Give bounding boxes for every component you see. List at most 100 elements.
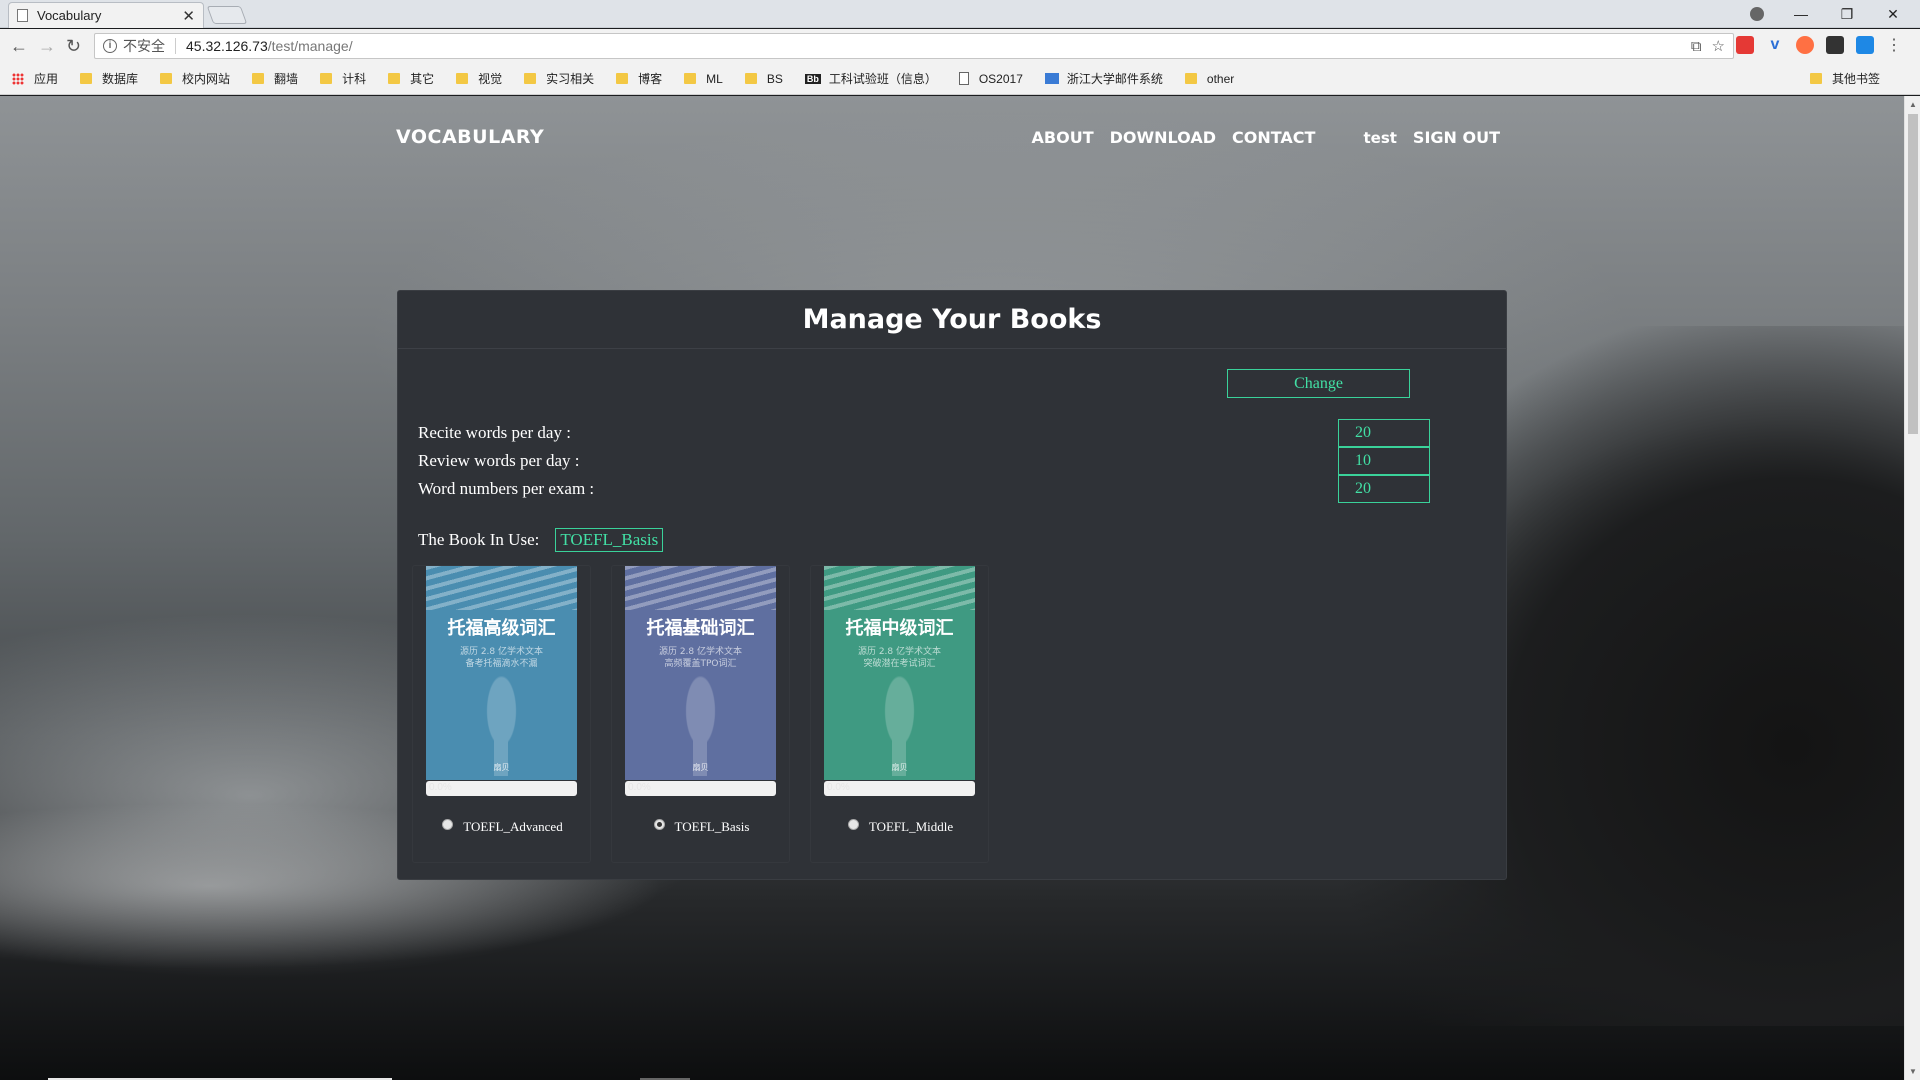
site-navbar: VOCABULARY ABOUT DOWNLOAD CONTACT test S… (396, 126, 1500, 156)
book-radio[interactable] (847, 818, 859, 830)
bookmark-item[interactable]: OS2017 (958, 71, 1023, 86)
exam-input[interactable] (1338, 475, 1430, 503)
new-tab-button[interactable] (206, 6, 248, 24)
minimize-button[interactable]: — (1778, 6, 1824, 22)
bookmark-item[interactable]: 计科 (320, 70, 366, 87)
url-text[interactable]: 45.32.126.73/test/manage/ (186, 38, 1691, 54)
address-bar[interactable]: i 不安全 45.32.126.73/test/manage/ ⧉ ☆ (94, 33, 1734, 59)
folder-icon (1184, 73, 1197, 84)
extension-dark-icon[interactable] (1826, 36, 1844, 54)
bookmark-item[interactable]: other (1184, 71, 1235, 86)
extension-orange-icon[interactable] (1796, 36, 1814, 54)
nav-links: ABOUT DOWNLOAD CONTACT test SIGN OUT (1016, 128, 1500, 147)
book-cover[interactable]: 托福中级词汇 源历 2.8 亿学术文本 突破潜在考试词汇 扇贝 (824, 566, 975, 780)
nav-contact[interactable]: CONTACT (1232, 128, 1315, 147)
reload-icon[interactable]: ↻ (66, 36, 81, 57)
bookmark-item[interactable]: Bb 工科试验班（信息） (804, 70, 937, 87)
book-radio-row[interactable]: TOEFL_Basis (612, 818, 791, 835)
page-scrollbar[interactable]: ▲ ▼ (1904, 96, 1920, 1080)
extension-red-icon[interactable] (1736, 36, 1754, 54)
bookmark-item[interactable]: ML (684, 72, 723, 86)
cover-logo: 扇贝 (891, 763, 908, 772)
bookmark-item[interactable]: BS (744, 71, 783, 86)
forward-icon[interactable]: → (38, 36, 56, 57)
bookmark-item[interactable]: 翻墙 (252, 70, 298, 87)
bookmark-apps[interactable]: 应用 (12, 70, 58, 87)
scroll-down-icon[interactable]: ▼ (1909, 1067, 1917, 1076)
back-icon[interactable]: ← (10, 36, 28, 57)
translate-icon[interactable]: ⧉ (1691, 38, 1702, 55)
bookmark-item[interactable]: 博客 (616, 70, 662, 87)
restore-button[interactable]: ❐ (1824, 6, 1870, 23)
bookmark-label: 工科试验班（信息） (828, 72, 937, 86)
extension-blue-icon[interactable] (1856, 36, 1874, 54)
bookmark-label: other (1206, 71, 1235, 86)
book-card[interactable]: 托福中级词汇 源历 2.8 亿学术文本 突破潜在考试词汇 扇贝 0.0% TOEF… (810, 565, 989, 863)
book-card[interactable]: 托福高级词汇 源历 2.8 亿学术文本 备考托福滴水不漏 扇贝 0.0% TOEF… (412, 565, 591, 863)
cover-subtitle-line: 源历 2.8 亿学术文本 (857, 647, 942, 657)
close-window-button[interactable]: ✕ (1870, 6, 1916, 23)
statue-of-liberty-icon (673, 676, 728, 776)
book-cover[interactable]: 托福基础词汇 源历 2.8 亿学术文本 高频覆盖TPO词汇 扇贝 (625, 566, 776, 780)
bookmark-item[interactable]: 数据库 (80, 70, 138, 87)
folder-icon (320, 73, 333, 84)
other-bookmarks[interactable]: 其他书签 (1809, 70, 1880, 87)
bookmark-label: 应用 (34, 72, 59, 86)
book-in-use: The Book In Use: TOEFL_Basis (418, 528, 664, 552)
document-icon (958, 72, 969, 85)
bookmark-label: BS (766, 71, 783, 86)
close-tab-icon[interactable]: ✕ (182, 7, 195, 25)
mail-icon (1044, 73, 1059, 84)
book-radio[interactable] (653, 818, 665, 830)
divider (175, 38, 176, 54)
scrollbar-thumb[interactable] (1908, 114, 1918, 434)
bookmark-item[interactable]: 实习相关 (524, 70, 594, 87)
book-name: TOEFL_Advanced (463, 819, 563, 834)
bookmark-item[interactable]: 浙江大学邮件系统 (1044, 70, 1163, 87)
folder-icon (684, 73, 697, 84)
book-radio[interactable] (442, 818, 454, 830)
setting-review: Review words per day : (418, 447, 1430, 475)
nav-sign-out[interactable]: SIGN OUT (1413, 128, 1500, 147)
folder-icon (616, 73, 629, 84)
statue-of-liberty-icon (474, 676, 529, 776)
bookmark-label: 博客 (638, 72, 663, 86)
bookmark-label: OS2017 (978, 71, 1023, 86)
star-icon[interactable]: ☆ (1712, 37, 1725, 55)
recite-input[interactable] (1338, 419, 1430, 447)
cover-logo: 扇贝 (493, 763, 510, 772)
bookmark-item[interactable]: 其它 (388, 70, 434, 87)
nav-about[interactable]: ABOUT (1032, 128, 1094, 147)
book-in-use-tag: TOEFL_Basis (555, 528, 664, 552)
progress-text: 0.0% (628, 782, 651, 793)
security-label: 不安全 (123, 38, 165, 54)
browser-tab[interactable]: Vocabulary ✕ (8, 2, 204, 28)
review-input[interactable] (1338, 447, 1430, 475)
scroll-up-icon[interactable]: ▲ (1909, 100, 1917, 109)
site-brand[interactable]: VOCABULARY (396, 126, 544, 148)
extension-v-icon[interactable]: v (1766, 36, 1784, 54)
bookmark-item[interactable]: 视觉 (456, 70, 502, 87)
window-controls: — ❐ ✕ (1778, 0, 1916, 28)
book-cover[interactable]: 托福高级词汇 源历 2.8 亿学术文本 备考托福滴水不漏 扇贝 (426, 566, 577, 780)
bookmark-label: 其他书签 (1831, 72, 1880, 86)
panel-header: Manage Your Books (398, 291, 1506, 349)
bookmark-label: 数据库 (102, 72, 139, 86)
book-radio-row[interactable]: TOEFL_Advanced (413, 818, 592, 835)
nav-user[interactable]: test (1363, 129, 1396, 147)
tab-title: Vocabulary (37, 8, 102, 23)
cover-subtitle: 源历 2.8 亿学术文本 高频覆盖TPO词汇 (625, 646, 776, 670)
change-button[interactable]: Change (1227, 369, 1410, 398)
profile-icon[interactable] (1750, 7, 1764, 21)
book-card[interactable]: 托福基础词汇 源历 2.8 亿学术文本 高频覆盖TPO词汇 扇贝 0.0% TOE… (611, 565, 790, 863)
browser-toolbar: ← → ↻ i 不安全 45.32.126.73/test/manage/ ⧉ … (0, 29, 1920, 63)
cover-subtitle-line: 源历 2.8 亿学术文本 (658, 647, 743, 657)
recite-label: Recite words per day : (418, 423, 571, 442)
book-radio-row[interactable]: TOEFL_Middle (811, 818, 990, 835)
nav-download[interactable]: DOWNLOAD (1110, 128, 1216, 147)
book-name: TOEFL_Basis (674, 819, 750, 834)
menu-icon[interactable]: ⋮ (1886, 35, 1902, 55)
cover-subtitle: 源历 2.8 亿学术文本 突破潜在考试词汇 (824, 646, 975, 670)
bookmark-item[interactable]: 校内网站 (160, 70, 230, 87)
info-icon[interactable]: i (103, 39, 117, 53)
